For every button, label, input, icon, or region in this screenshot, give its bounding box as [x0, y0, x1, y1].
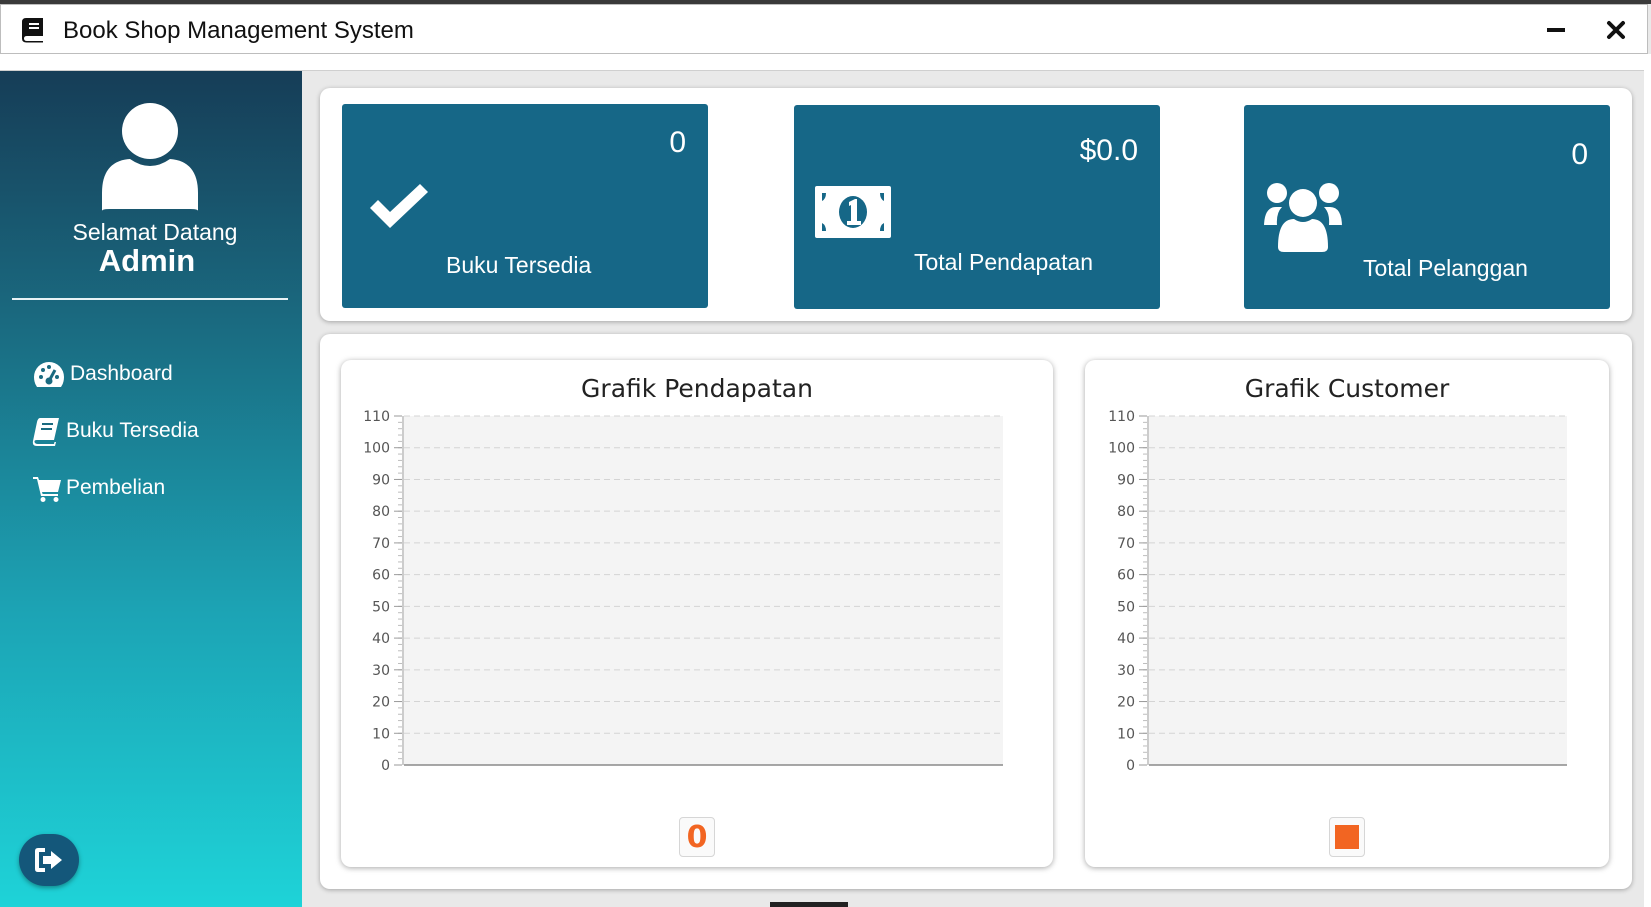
legend-label: 0	[686, 819, 708, 855]
logout-button[interactable]	[19, 834, 79, 886]
stat-label: Total Pelanggan	[1363, 255, 1528, 281]
sidebar-divider	[12, 298, 288, 300]
legend-item[interactable]: 0	[679, 817, 715, 857]
toolbar-spacer	[0, 54, 1651, 71]
taskbar-fragment	[770, 902, 848, 907]
y-tick-label: 90	[1117, 472, 1135, 488]
sidebar-item-buku-tersedia[interactable]: Buku Tersedia	[32, 413, 199, 449]
y-tick-label: 50	[372, 599, 390, 615]
charts-panel: Grafik Pendapatan 0 10 20 30 40 50 60 70 80 90 100…	[320, 334, 1632, 889]
sidebar: Selamat Datang Admin Dashboard Buku Ters…	[0, 71, 302, 907]
user-icon	[102, 103, 198, 211]
y-tick-label: 60	[1117, 568, 1135, 584]
chart-customer: Grafik Customer 0 10 20 30 40 50 60 70 80 90 100 11…	[1085, 360, 1609, 867]
sidebar-item-dashboard[interactable]: Dashboard	[32, 356, 173, 392]
user-name: Admin	[98, 243, 196, 278]
stat-value: $0.0	[1079, 134, 1138, 167]
stat-label: Total Pendapatan	[914, 249, 1094, 275]
y-tick-label: 80	[372, 504, 390, 520]
plot-area	[1149, 416, 1567, 765]
y-tick-label: 100	[1108, 441, 1135, 457]
cart-icon	[33, 477, 61, 502]
y-tick-label: 90	[372, 472, 390, 488]
money-icon	[815, 186, 891, 238]
book-icon	[32, 418, 59, 446]
stat-value: 0	[669, 126, 686, 159]
minimize-icon	[1547, 28, 1565, 32]
plot-area	[404, 416, 1003, 765]
chart-plot: 0 10 20 30 40 50 60 70 80 90 100 110	[363, 409, 1003, 774]
y-tick-label: 110	[363, 409, 390, 425]
y-tick-label: 40	[372, 631, 390, 647]
y-tick-label: 10	[1117, 726, 1135, 742]
dashboard-icon	[34, 362, 64, 387]
y-tick-label: 60	[372, 568, 390, 584]
sign-out-icon	[35, 848, 62, 872]
y-tick-label: 30	[372, 663, 390, 679]
y-tick-label: 10	[372, 726, 390, 742]
stats-panel: 0 Buku Tersedia $0.0 Total Pendapatan 0 …	[320, 88, 1632, 321]
stat-label: Buku Tersedia	[446, 252, 592, 278]
y-tick-label: 110	[1108, 409, 1135, 425]
y-tick-label: 100	[363, 441, 390, 457]
y-tick-label: 80	[1117, 504, 1135, 520]
chart-pendapatan: Grafik Pendapatan 0 10 20 30 40 50 60 70 80 90 100…	[341, 360, 1053, 867]
sidebar-item-label: Dashboard	[70, 362, 173, 385]
legend-item[interactable]	[1329, 817, 1365, 857]
stat-card-pendapatan: $0.0 Total Pendapatan	[794, 105, 1160, 309]
sidebar-item-label: Buku Tersedia	[66, 419, 199, 442]
close-button[interactable]	[1599, 13, 1633, 47]
legend-marker	[1335, 825, 1359, 849]
y-tick-label: 0	[1126, 758, 1135, 774]
y-tick-label: 20	[1117, 695, 1135, 711]
y-tick-label: 50	[1117, 599, 1135, 615]
book-icon	[22, 18, 43, 43]
sidebar-item-label: Pembelian	[66, 476, 166, 499]
y-tick-label: 20	[372, 695, 390, 711]
y-tick-label: 70	[1117, 536, 1135, 552]
window-title: Book Shop Management System	[63, 17, 414, 44]
y-tick-label: 40	[1117, 631, 1135, 647]
sidebar-item-pembelian[interactable]: Pembelian	[32, 470, 165, 506]
stat-card-pelanggan: 0 Total Pelanggan	[1244, 105, 1610, 309]
window-edge	[1644, 54, 1651, 907]
check-icon	[370, 184, 428, 228]
y-tick-label: 0	[381, 758, 390, 774]
chart-plot: 0 10 20 30 40 50 60 70 80 90 100 110	[1108, 409, 1567, 774]
stat-value: 0	[1571, 138, 1588, 171]
stat-card-buku: 0 Buku Tersedia	[342, 104, 708, 308]
minimize-button[interactable]	[1539, 13, 1573, 47]
close-icon	[1607, 21, 1625, 39]
y-tick-label: 30	[1117, 663, 1135, 679]
y-tick-label: 70	[372, 536, 390, 552]
title-bar: Book Shop Management System	[0, 4, 1648, 54]
welcome-text: Selamat Datang	[72, 219, 238, 245]
users-icon	[1264, 183, 1342, 252]
